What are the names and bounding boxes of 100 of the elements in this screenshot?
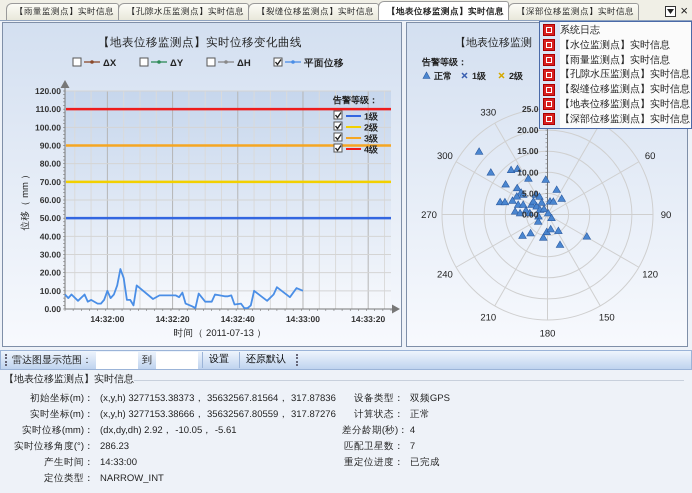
tick-label: 14:32:20 <box>156 314 190 324</box>
line-marker-icon <box>218 60 234 64</box>
tick-label: 15.00 <box>517 146 538 156</box>
tick-label: 20.00 <box>40 268 61 278</box>
tick-label: 90.00 <box>40 140 61 150</box>
list-icon[interactable] <box>665 6 676 16</box>
angle-label: 240 <box>436 269 453 280</box>
field-value: (dx,dy,dh) 2.92， -10.05， -5.61 <box>100 425 238 437</box>
field-label: 差分龄期(秒)： <box>342 425 404 437</box>
tick-label: 70.00 <box>40 176 61 187</box>
tick-label: 120.00 <box>35 86 61 96</box>
angle-label: 210 <box>480 312 496 324</box>
menu-item[interactable]: 【水位监测点】实时信息 <box>540 38 691 53</box>
tick-label: 10.00 <box>40 286 61 296</box>
document-icon <box>543 98 555 110</box>
menu-item[interactable]: 【雨量监测点】实时信息 <box>540 52 691 68</box>
legend-label: ΔY <box>170 58 184 69</box>
menu-item[interactable]: 【地表位移监测点】实时信息 <box>540 96 691 112</box>
menu-item[interactable]: 系统日志 <box>540 23 691 38</box>
legend-label: ΔX <box>103 58 116 69</box>
legend-label: 平面位移 <box>304 58 344 69</box>
document-icon <box>543 84 555 96</box>
legend-title: 告警等级： <box>422 57 467 67</box>
tab[interactable]: 【雨量监测点】实时信息 <box>6 3 119 20</box>
menu-item[interactable]: 【裂缝位移监测点】实时信息 <box>540 82 691 97</box>
field-label: 雷达图显示范围： <box>12 354 92 368</box>
angle-label: 90 <box>660 210 672 221</box>
tick-label: 10.00 <box>517 167 538 178</box>
tick-label: 20.00 <box>517 125 538 136</box>
angle-label: 120 <box>642 269 658 280</box>
axis-title: 时间（ 2011-07-13 ） <box>173 328 267 339</box>
field-label: 实时位移角度(°)： <box>12 441 94 453</box>
field-label: 到 <box>142 354 152 368</box>
legend-label: 正常 <box>434 71 452 81</box>
field-label: 定位类型： <box>43 473 94 485</box>
tick-label: 60.00 <box>40 195 61 205</box>
field-label: 实时位移(mm)： <box>20 425 94 437</box>
checkbox[interactable] <box>274 58 282 66</box>
toolbar-button[interactable]: 设置 <box>202 352 235 368</box>
document-icon <box>543 24 555 36</box>
document-icon <box>543 39 555 52</box>
toolbar-button[interactable]: 还原默认 <box>239 352 292 368</box>
checkbox[interactable] <box>334 144 342 152</box>
field-label: 匹配卫星数： <box>342 441 404 453</box>
tick-label: 50.00 <box>40 213 61 224</box>
checkbox[interactable] <box>206 58 216 66</box>
checkbox[interactable] <box>334 132 342 142</box>
angle-label: 60 <box>644 150 656 162</box>
field-value: NARROW_INT <box>100 473 165 485</box>
tick-label: 14:33:00 <box>286 314 320 324</box>
close-button[interactable]: × <box>680 5 688 17</box>
grip-handle[interactable] <box>296 354 299 366</box>
legend-label: 2级 <box>364 122 378 132</box>
tick-label: 25.0 <box>522 104 538 114</box>
document-icon <box>543 68 555 81</box>
document-icon <box>543 113 555 126</box>
tick-label: 110.00 <box>35 104 61 114</box>
field-value: 已完成 <box>410 457 441 469</box>
angle-label: 150 <box>598 312 615 324</box>
checkbox[interactable] <box>334 110 342 120</box>
grip-handle[interactable] <box>5 354 8 366</box>
tick-label: 14:33:20 <box>351 314 386 324</box>
field-label: 实时坐标(m)： <box>28 409 94 421</box>
line-marker-icon <box>151 60 167 64</box>
tick-label: 0.00 <box>44 304 61 314</box>
tick-label: 80.00 <box>40 158 61 169</box>
angle-label: 180 <box>540 328 556 340</box>
tick-label: 14:32:40 <box>220 314 255 324</box>
group-title: 【地表位移监测点】实时信息 <box>4 372 134 387</box>
legend-label: 1级 <box>364 112 378 122</box>
axis-title: 位移（ mm ） <box>20 169 31 231</box>
checkbox[interactable] <box>72 58 82 66</box>
legend-label: 4级 <box>364 144 378 154</box>
tab[interactable]: 【地表位移监测点】实时信息 <box>378 1 509 20</box>
chart-title: 【地表位移监测 <box>455 37 532 49</box>
menu-item[interactable]: 【孔隙水压监测点】实时信息 <box>540 67 691 82</box>
tab[interactable]: 【裂缝位移监测点】实时信息 <box>248 3 379 20</box>
menu-item[interactable]: 【深部位移监测点】实时信息 <box>540 112 691 127</box>
legend-label: 3级 <box>364 134 378 144</box>
line-marker-icon <box>84 60 100 64</box>
angle-label: 330 <box>480 107 496 118</box>
field-label: 初始坐标(m)： <box>28 393 94 405</box>
checkbox[interactable] <box>140 58 148 66</box>
field-value: (x,y,h) 3277153.38373， 35632567.81564， 317.87836 <box>100 393 336 405</box>
checkbox[interactable] <box>334 122 342 130</box>
field-value: (x,y,h) 3277153.38666， 35632567.80559， 317.87276 <box>100 409 336 421</box>
tab[interactable]: 【深部位移监测点】实时信息 <box>508 3 639 20</box>
tick-label: 30.00 <box>40 250 61 260</box>
field-value: 正常 <box>410 409 431 421</box>
angle-label: 300 <box>436 150 453 162</box>
tick-label: 14:32:00 <box>90 314 124 324</box>
field-value: 7 <box>410 441 416 453</box>
input-field[interactable] <box>96 352 138 368</box>
field-label: 产生时间： <box>43 457 94 469</box>
field-value: 286.23 <box>100 441 130 453</box>
field-label: 计算状态： <box>352 409 404 421</box>
tick-label: 40.00 <box>40 231 61 242</box>
input-field[interactable] <box>156 352 198 368</box>
tab[interactable]: 【孔隙水压监测点】实时信息 <box>118 3 249 20</box>
field-label: 重定位进度： <box>342 457 404 469</box>
